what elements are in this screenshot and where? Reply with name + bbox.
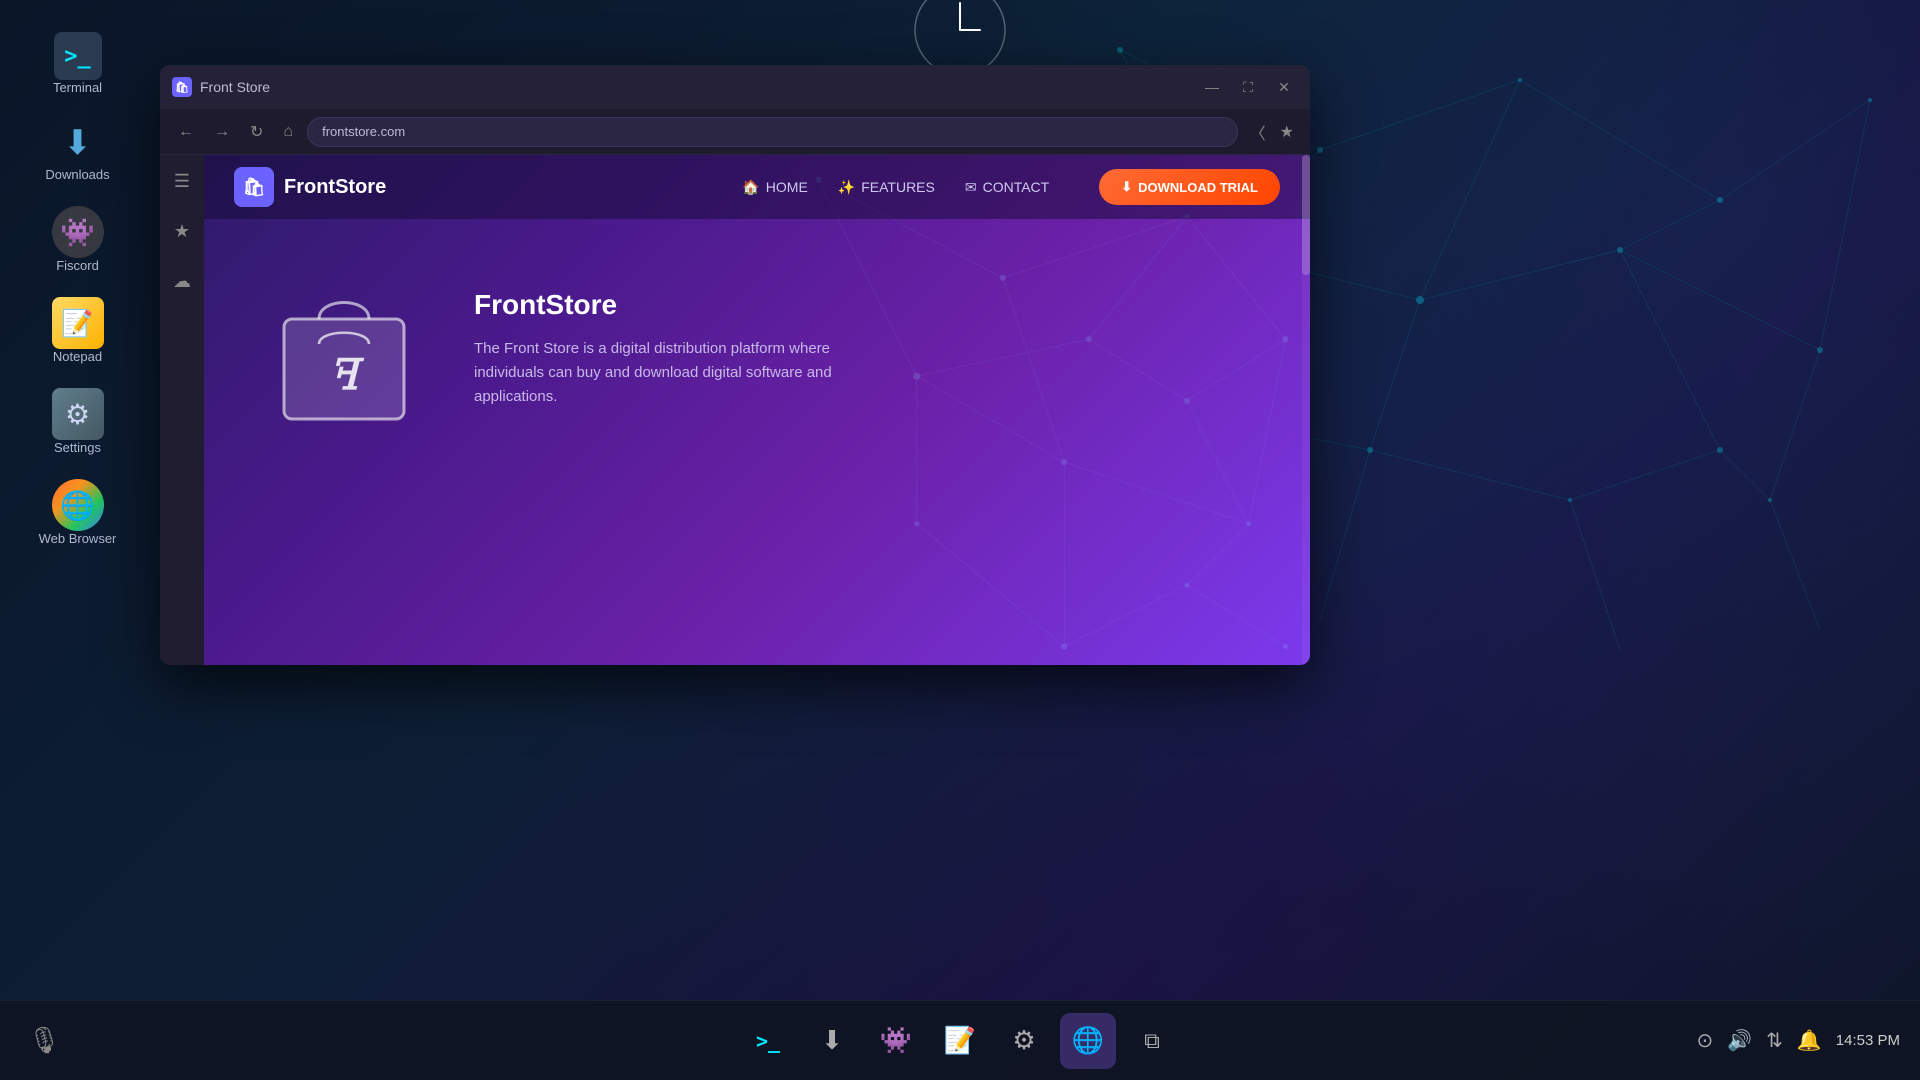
minimize-button[interactable]: —: [1198, 73, 1226, 101]
taskbar-settings[interactable]: ⚙: [996, 1013, 1052, 1069]
sidebar-item-webbrowser[interactable]: 🌐 Web Browser: [18, 467, 138, 558]
web-content: 🛍 FrontStore 🏠 HOME ✨ FEATURES ✉ CONTACT: [204, 155, 1310, 665]
webbrowser-icon: 🌐: [52, 479, 104, 531]
notepad-icon: 📝: [52, 297, 104, 349]
features-nav-icon: ✨: [838, 179, 855, 196]
downloads-icon: ⬇: [54, 119, 102, 167]
taskbar-downloads[interactable]: ⬇: [804, 1013, 860, 1069]
address-bar: ← → ↻ ⌂ 〈 ★: [160, 109, 1310, 155]
browser-sidebar: ☰ ★ ☁: [160, 155, 204, 665]
sidebar-label-settings: Settings: [54, 440, 101, 455]
hero-bag-icon: ꟻ: [264, 269, 424, 429]
taskbar-fiscord[interactable]: 👾: [868, 1013, 924, 1069]
home-nav-icon: 🏠: [742, 179, 759, 196]
browser-favicon: 🛍: [172, 77, 192, 97]
browser-window: 🛍 Front Store — ⛶ ✕ ← → ↻ ⌂ 〈 ★ ☰ ★ ☁: [160, 65, 1310, 665]
address-bar-icons: 〈 ★: [1246, 116, 1298, 148]
download-trial-icon: ⬇: [1121, 179, 1132, 195]
taskbar: 🎙 >_ ⬇ 👾 📝 ⚙ 🌐 ⧉ ⊙ 🔊 ⇅ 🔔 14:53 PM: [0, 1000, 1920, 1080]
website-hero: ꟻ FrontStore The Front Store is a digita…: [204, 219, 1310, 479]
sidebar-item-terminal[interactable]: >_ Terminal: [18, 20, 138, 107]
sidebar-item-downloads[interactable]: ⬇ Downloads: [18, 107, 138, 194]
clock-widget: [900, 0, 1020, 65]
taskbar-webbrowser[interactable]: 🌐: [1060, 1013, 1116, 1069]
sidebar-toggle-icon[interactable]: 〈: [1246, 116, 1270, 148]
forward-button[interactable]: →: [208, 119, 236, 145]
hero-text: FrontStore The Front Store is a digital …: [474, 289, 894, 409]
volume-icon[interactable]: 🔊: [1727, 1028, 1752, 1053]
taskbar-right: ⊙ 🔊 ⇅ 🔔 14:53 PM: [1696, 1028, 1900, 1053]
sidebar-apps: >_ Terminal ⬇ Downloads 👾 Fiscord 📝 Note…: [0, 0, 155, 680]
maximize-button[interactable]: ⛶: [1234, 73, 1262, 101]
features-nav-label: FEATURES: [861, 179, 935, 195]
scrollbar-thumb[interactable]: [1302, 155, 1310, 275]
nav-contact-link[interactable]: ✉ CONTACT: [965, 179, 1049, 196]
sidebar-label-downloads: Downloads: [45, 167, 109, 182]
taskbar-left: 🎙: [20, 1017, 68, 1065]
sidebar-item-fiscord[interactable]: 👾 Fiscord: [18, 194, 138, 285]
settings-icon: ⚙: [52, 388, 104, 440]
nav-features-link[interactable]: ✨ FEATURES: [838, 179, 935, 196]
sidebar-label-notepad: Notepad: [53, 349, 102, 364]
website-navbar: 🛍 FrontStore 🏠 HOME ✨ FEATURES ✉ CONTACT: [204, 155, 1310, 219]
browser-sidebar-menu[interactable]: ☰: [166, 165, 198, 197]
site-logo: 🛍 FrontStore: [234, 167, 386, 207]
browser-sidebar-favorites[interactable]: ★: [166, 215, 198, 247]
refresh-button[interactable]: ↻: [244, 118, 269, 146]
taskbar-notepad[interactable]: 📝: [932, 1013, 988, 1069]
bookmark-icon[interactable]: ★: [1276, 116, 1298, 148]
sidebar-item-notepad[interactable]: 📝 Notepad: [18, 285, 138, 376]
sidebar-label-terminal: Terminal: [53, 80, 102, 95]
sidebar-label-fiscord: Fiscord: [56, 258, 99, 273]
window-controls: — ⛶ ✕: [1198, 73, 1298, 101]
notification-icon[interactable]: 🔔: [1797, 1028, 1822, 1053]
share-icon[interactable]: ⇅: [1766, 1028, 1783, 1053]
hero-title: FrontStore: [474, 289, 894, 321]
close-button[interactable]: ✕: [1270, 73, 1298, 101]
contact-nav-icon: ✉: [965, 179, 977, 196]
back-button[interactable]: ←: [172, 119, 200, 145]
sidebar-label-webbrowser: Web Browser: [39, 531, 117, 546]
home-button[interactable]: ⌂: [277, 119, 299, 145]
site-nav-links: 🏠 HOME ✨ FEATURES ✉ CONTACT ⬇ DOWNLOAD T…: [742, 169, 1280, 205]
system-time: 14:53 PM: [1836, 1032, 1900, 1049]
download-trial-button[interactable]: ⬇ DOWNLOAD TRIAL: [1099, 169, 1280, 205]
taskbar-terminal[interactable]: >_: [740, 1013, 796, 1069]
contact-nav-label: CONTACT: [983, 179, 1050, 195]
url-input[interactable]: [307, 117, 1238, 147]
browser-sidebar-sync[interactable]: ☁: [166, 265, 198, 297]
taskbar-multitask[interactable]: ⧉: [1124, 1013, 1180, 1069]
podcast-button[interactable]: 🎙: [20, 1017, 68, 1065]
sidebar-item-settings[interactable]: ⚙ Settings: [18, 376, 138, 467]
browser-body: ☰ ★ ☁: [160, 155, 1310, 665]
terminal-icon: >_: [54, 32, 102, 80]
scrollbar-track[interactable]: [1302, 155, 1310, 665]
fiscord-icon: 👾: [52, 206, 104, 258]
home-nav-label: HOME: [766, 179, 808, 195]
browser-window-title: Front Store: [200, 79, 1190, 95]
title-bar: 🛍 Front Store — ⛶ ✕: [160, 65, 1310, 109]
nav-home-link[interactable]: 🏠 HOME: [742, 179, 807, 196]
hero-description: The Front Store is a digital distributio…: [474, 337, 894, 409]
download-trial-label: DOWNLOAD TRIAL: [1138, 180, 1258, 195]
site-logo-text: FrontStore: [284, 176, 386, 199]
display-icon[interactable]: ⊙: [1696, 1028, 1713, 1053]
taskbar-center: >_ ⬇ 👾 📝 ⚙ 🌐 ⧉: [740, 1013, 1180, 1069]
site-logo-icon: 🛍: [234, 167, 274, 207]
